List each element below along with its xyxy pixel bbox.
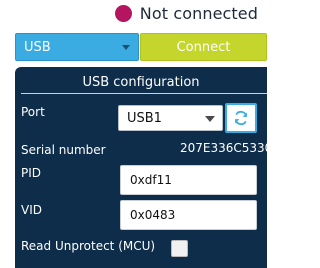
serial-number-label: Serial number <box>21 143 106 157</box>
port-select[interactable]: USB1 <box>118 105 223 131</box>
pid-value: 0xdf11 <box>130 173 172 187</box>
read-unprotect-checkbox[interactable] <box>171 240 188 257</box>
connection-type-value: USB <box>24 39 51 55</box>
connect-button[interactable]: Connect <box>140 33 267 61</box>
chevron-down-icon <box>205 116 215 122</box>
usb-configuration-panel: USB configuration Port USB1 Serial numbe… <box>15 67 272 268</box>
connection-status: Not connected <box>114 0 267 26</box>
status-dot-icon <box>114 4 132 22</box>
chevron-down-icon <box>122 45 130 50</box>
serial-number-value: 207E336C5330 <box>180 141 273 155</box>
port-value: USB1 <box>127 110 162 126</box>
refresh-button[interactable] <box>225 103 257 133</box>
pid-input[interactable]: 0xdf11 <box>120 165 257 195</box>
stm32-programmer-connection-pane: Not connected USB Connect USB configurat… <box>0 0 272 268</box>
title-divider <box>21 93 267 94</box>
panel-title: USB configuration <box>82 75 200 90</box>
port-label: Port <box>21 105 45 119</box>
refresh-icon <box>234 110 248 126</box>
vid-input[interactable]: 0x0483 <box>120 200 257 230</box>
connection-type-select[interactable]: USB <box>15 33 139 61</box>
vid-value: 0x0483 <box>130 208 176 222</box>
pid-label: PID <box>21 166 42 180</box>
vid-label: VID <box>21 203 42 217</box>
status-text: Not connected <box>139 3 258 23</box>
read-unprotect-label: Read Unprotect (MCU) <box>21 239 156 253</box>
